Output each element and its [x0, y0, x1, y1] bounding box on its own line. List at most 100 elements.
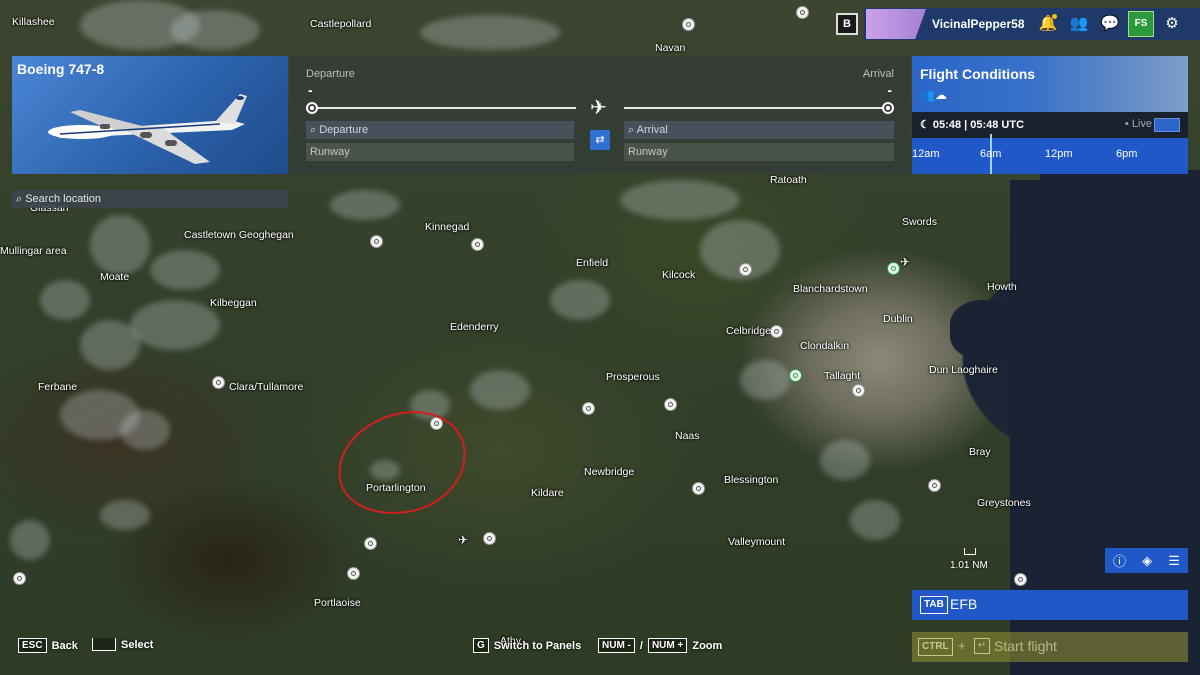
- efb-button[interactable]: TAB EFB: [912, 590, 1188, 620]
- sea-area-bay: [950, 300, 1030, 360]
- aircraft-card[interactable]: Boeing 747-8: [12, 56, 288, 174]
- swap-route-button[interactable]: ⇄: [590, 130, 610, 150]
- departure-runway-field[interactable]: Runway: [306, 143, 574, 161]
- flight-conditions-panel[interactable]: Flight Conditions 👥☁ ☾ 05:48 | 05:48 UTC…: [912, 56, 1188, 174]
- select-hint[interactable]: Select: [92, 638, 153, 651]
- cloud: [740, 360, 790, 400]
- red-circle-annotation: [328, 400, 476, 526]
- avatar[interactable]: [866, 9, 926, 39]
- airplane-icon: ✈: [590, 97, 607, 119]
- place-label: Clondalkin: [800, 340, 850, 352]
- layers-icon[interactable]: ◈: [1142, 553, 1152, 569]
- efb-label: EFB: [950, 596, 978, 612]
- airport-marker[interactable]: [796, 6, 809, 19]
- airport-marker-green[interactable]: [789, 369, 802, 382]
- place-label: Portlaoise: [314, 597, 361, 609]
- airport-marker[interactable]: [212, 376, 225, 389]
- airport-marker[interactable]: [928, 479, 941, 492]
- departure-node: [306, 102, 318, 114]
- esc-key: ESC: [18, 638, 47, 653]
- place-label: Swords: [902, 216, 938, 228]
- place-label: Dun Laoghaire: [929, 364, 998, 376]
- arrival-value: -: [887, 82, 892, 98]
- search-location-input[interactable]: ⌕ Search location: [12, 190, 288, 208]
- live-label: • Live: [1124, 118, 1152, 130]
- aircraft-name: Boeing 747-8: [17, 61, 105, 77]
- time-slider[interactable]: 12am 6am 12pm 6pm: [912, 134, 1188, 174]
- place-label: Edenderry: [450, 321, 499, 333]
- airport-marker[interactable]: [852, 384, 865, 397]
- airport-marker[interactable]: [13, 572, 26, 585]
- place-label: Ferbane: [38, 381, 78, 393]
- arrival-placeholder: Arrival: [636, 124, 668, 136]
- place-label: Kilcock: [662, 269, 696, 281]
- plane-icon: ✈: [458, 533, 469, 547]
- switch-panels-hint[interactable]: G Switch to Panels: [473, 638, 581, 653]
- num-plus-key: NUM +: [647, 638, 688, 653]
- select-label: Select: [121, 638, 154, 651]
- airport-marker[interactable]: [370, 235, 383, 248]
- flight-conditions-header[interactable]: Flight Conditions 👥☁: [912, 56, 1188, 112]
- place-label: Castletown Geoghegan: [184, 229, 294, 241]
- zoom-hint[interactable]: NUM - / NUM + Zoom: [598, 638, 722, 653]
- airport-marker[interactable]: [664, 398, 677, 411]
- live-toggle[interactable]: [1154, 118, 1180, 132]
- departure-header: Departure: [306, 68, 355, 80]
- departure-search-field[interactable]: ⌕ Departure: [306, 121, 574, 139]
- g-key: G: [473, 638, 489, 653]
- airport-marker[interactable]: [347, 567, 360, 580]
- airport-marker[interactable]: [770, 325, 783, 338]
- place-label: Kinnegad: [425, 221, 470, 233]
- username[interactable]: VicinalPepper58: [932, 17, 1025, 31]
- place-label: Navan: [655, 42, 686, 54]
- start-flight-label: Start flight: [994, 638, 1058, 654]
- cloud: [80, 320, 140, 370]
- arrival-search-field[interactable]: ⌕ Arrival: [624, 121, 894, 139]
- place-label: Clara/Tullamore: [229, 381, 304, 393]
- info-icon[interactable]: ⓘ: [1113, 551, 1126, 570]
- place-label: Prosperous: [606, 371, 660, 383]
- cloud: [550, 280, 610, 320]
- airport-marker[interactable]: [483, 532, 496, 545]
- filters-icon[interactable]: ☰: [1168, 553, 1180, 569]
- arrival-node: [882, 102, 894, 114]
- chat-icon[interactable]: 💬: [1100, 15, 1120, 33]
- map-tools: ⓘ ◈ ☰: [1105, 548, 1188, 573]
- cloud: [100, 500, 150, 530]
- cloud: [90, 215, 150, 275]
- efb-key: TAB: [920, 596, 948, 614]
- marketplace-button[interactable]: FS: [1128, 11, 1154, 37]
- airport-marker[interactable]: [692, 482, 705, 495]
- cloud: [330, 190, 400, 220]
- cloud: [620, 180, 740, 220]
- airport-marker[interactable]: [1014, 573, 1027, 586]
- time-tick: 12pm: [1045, 148, 1073, 160]
- cloud: [40, 280, 90, 320]
- map-scale: 1.01 NM: [950, 548, 988, 571]
- departure-value: -: [308, 82, 313, 98]
- sea-area-south: [1040, 170, 1200, 200]
- route-track-right: [624, 107, 884, 109]
- gear-icon[interactable]: ⚙: [1162, 15, 1182, 33]
- zoom-label: Zoom: [692, 639, 723, 652]
- aircraft-image: [48, 94, 247, 164]
- start-flight-button[interactable]: CTRL + ↵ Start flight: [912, 632, 1188, 662]
- cloud: [470, 370, 530, 410]
- space-key-icon: [92, 638, 116, 651]
- cloud: [820, 440, 870, 480]
- airport-marker[interactable]: [739, 263, 752, 276]
- airport-marker[interactable]: [682, 18, 695, 31]
- start-plus: +: [958, 638, 966, 653]
- arrival-runway-field[interactable]: Runway: [624, 143, 894, 161]
- place-label: Newbridge: [584, 466, 635, 478]
- weather-icons: 👥☁: [920, 88, 947, 102]
- bind-key-b[interactable]: B: [836, 13, 858, 35]
- back-hint[interactable]: ESC Back: [18, 638, 78, 653]
- airport-marker[interactable]: [364, 537, 377, 550]
- airport-marker[interactable]: [471, 238, 484, 251]
- friends-icon[interactable]: 👥: [1066, 15, 1092, 33]
- place-label: Blanchardstown: [793, 283, 868, 295]
- time-readout: ☾ 05:48 | 05:48 UTC: [920, 119, 1025, 131]
- airport-marker-dublin[interactable]: [887, 262, 900, 275]
- airport-marker[interactable]: [582, 402, 595, 415]
